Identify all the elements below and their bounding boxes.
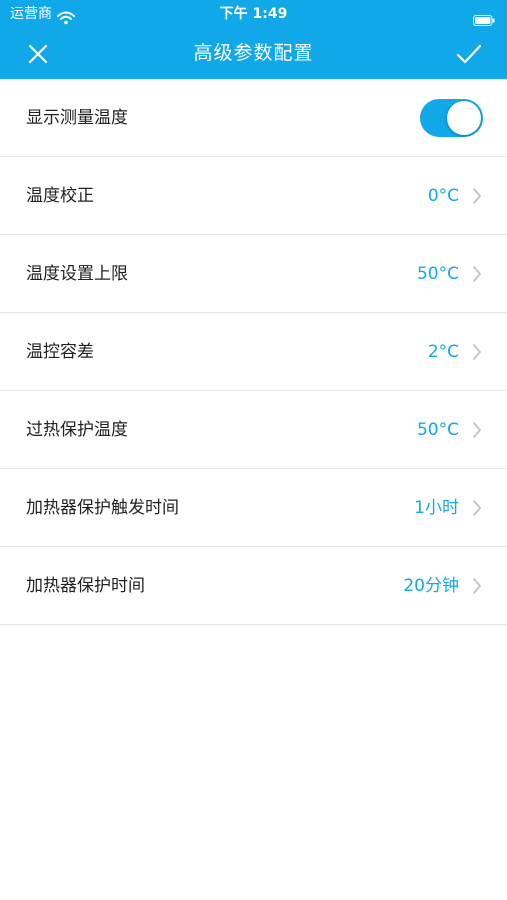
setting-label: 加热器保护时间 [26, 576, 145, 596]
confirm-button[interactable] [453, 38, 485, 70]
nav-bar: 高级参数配置 [0, 28, 507, 79]
setting-label: 过热保护温度 [26, 420, 128, 440]
setting-value: 0°C [427, 186, 459, 206]
toggle-knob [447, 101, 481, 135]
check-icon [456, 44, 482, 64]
setting-label: 显示测量温度 [26, 108, 128, 128]
status-bar: 运营商 下午 1:49 [0, 0, 507, 28]
chevron-right-icon [472, 343, 482, 361]
setting-row-show-measured-temp: 显示测量温度 [0, 79, 507, 157]
show-measured-temp-toggle[interactable] [420, 99, 483, 137]
chevron-right-icon [472, 187, 482, 205]
setting-row-heater-protection-trigger-time[interactable]: 加热器保护触发时间 1小时 [0, 469, 507, 547]
chevron-right-icon [472, 499, 482, 517]
chevron-right-icon [472, 265, 482, 283]
setting-row-temp-correction[interactable]: 温度校正 0°C [0, 157, 507, 235]
setting-row-temp-upper-limit[interactable]: 温度设置上限 50°C [0, 235, 507, 313]
setting-label: 温度设置上限 [26, 264, 128, 284]
setting-value: 50°C [416, 264, 459, 284]
setting-value: 20分钟 [403, 576, 459, 596]
setting-value: 50°C [416, 420, 459, 440]
battery-icon [473, 8, 495, 26]
setting-row-overheat-protection-temp[interactable]: 过热保护温度 50°C [0, 391, 507, 469]
status-time: 下午 1:49 [219, 6, 288, 22]
setting-label: 温度校正 [26, 186, 94, 206]
setting-row-heater-protection-time[interactable]: 加热器保护时间 20分钟 [0, 547, 507, 625]
header: 运营商 下午 1:49 高级参数配置 [0, 0, 507, 79]
setting-label: 加热器保护触发时间 [26, 498, 179, 518]
chevron-right-icon [472, 421, 482, 439]
page-title: 高级参数配置 [193, 42, 314, 64]
setting-row-temp-tolerance[interactable]: 温控容差 2°C [0, 313, 507, 391]
chevron-right-icon [472, 577, 482, 595]
setting-label: 温控容差 [26, 342, 94, 362]
setting-value: 1小时 [414, 498, 459, 518]
setting-value: 2°C [427, 342, 459, 362]
settings-list: 显示测量温度 温度校正 0°C 温度设置上限 50°C 温控容差 2°C 过热保… [0, 79, 507, 625]
